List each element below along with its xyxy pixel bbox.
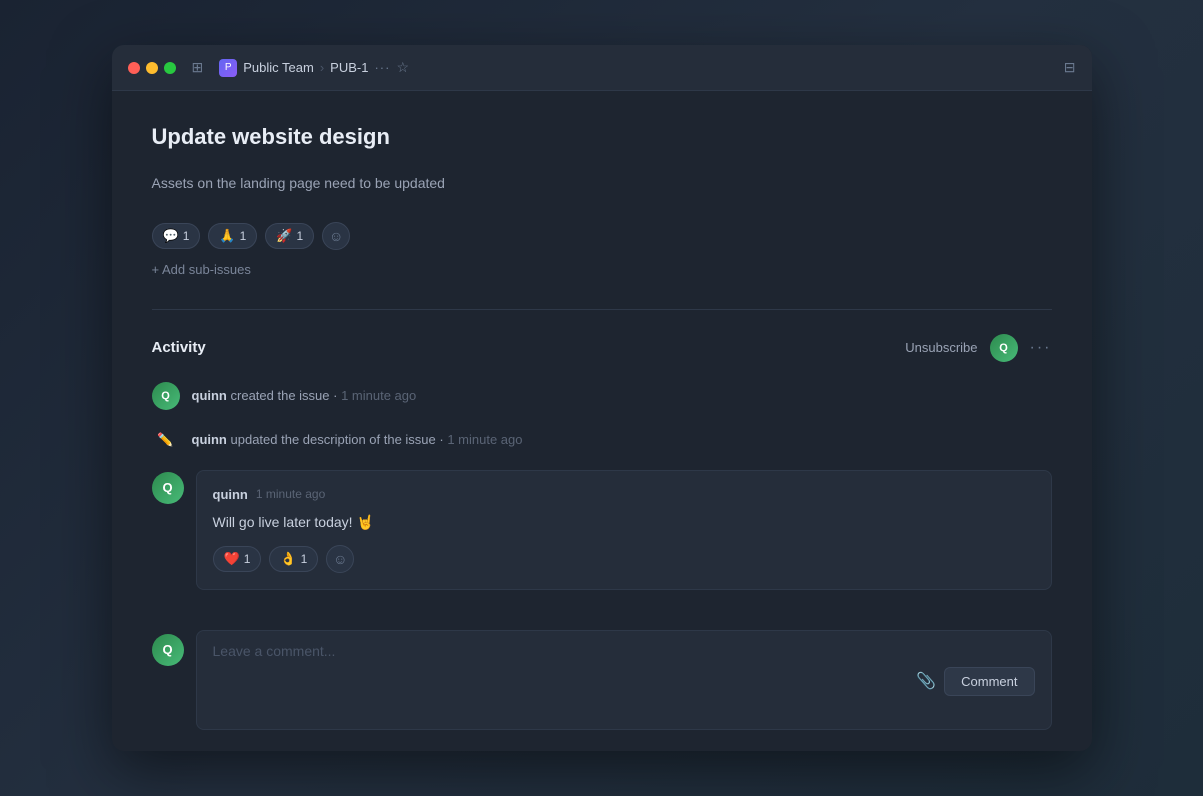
- activity-avatar-quinn: Q: [152, 382, 180, 410]
- activity-title: Activity: [152, 339, 206, 356]
- comment-author: quinn: [213, 487, 248, 502]
- reaction-count-3: 1: [296, 229, 303, 243]
- reaction-emoji-1: 💬: [163, 228, 179, 244]
- comment-input-area: Q Leave a comment... 📎 Comment: [152, 630, 1052, 730]
- favorite-button[interactable]: ☆: [396, 59, 409, 76]
- activity-user-name-2: quinn: [192, 432, 227, 447]
- activity-action: created the issue ·: [231, 388, 342, 403]
- reaction-emoji-2: 🙏: [219, 228, 235, 244]
- comment-reaction-1[interactable]: ❤️ 1: [213, 546, 262, 572]
- reaction-count-2: 1: [240, 229, 247, 243]
- comment-time: 1 minute ago: [256, 487, 325, 501]
- comment-reaction-2[interactable]: 👌 1: [269, 546, 318, 572]
- minimize-button[interactable]: [146, 62, 158, 74]
- comment-body: Will go live later today! 🤘: [213, 512, 1035, 533]
- breadcrumb-separator: ›: [320, 60, 324, 75]
- pencil-icon: ✏️: [152, 426, 180, 454]
- reaction-badge-2[interactable]: 🙏 1: [208, 223, 257, 249]
- comment-reaction-count-2: 1: [301, 552, 308, 566]
- comment-box-footer: 📎 Comment: [213, 667, 1035, 696]
- commenter-avatar: Q: [152, 634, 184, 666]
- reaction-badge-1[interactable]: 💬 1: [152, 223, 201, 249]
- issue-description: Assets on the landing page need to be up…: [152, 172, 1052, 194]
- activity-item-created: Q quinn created the issue · 1 minute ago: [152, 382, 1052, 410]
- titlebar: ⊞ P Public Team › PUB-1 ··· ☆ ⊟: [112, 45, 1092, 91]
- comment-reaction-count-1: 1: [244, 552, 251, 566]
- comment-reaction-emoji-2: 👌: [280, 551, 296, 567]
- activity-user-avatar: Q: [990, 334, 1018, 362]
- attach-icon[interactable]: 📎: [916, 671, 936, 691]
- comment-reactions: ❤️ 1 👌 1 ☺: [213, 545, 1035, 573]
- activity-actions: Unsubscribe Q ···: [905, 334, 1051, 362]
- add-sub-issues-button[interactable]: + Add sub-issues: [152, 262, 1052, 277]
- breadcrumb-issue[interactable]: PUB-1: [330, 60, 368, 75]
- activity-text-updated: quinn updated the description of the iss…: [192, 426, 523, 450]
- maximize-button[interactable]: [164, 62, 176, 74]
- activity-item-updated: ✏️ quinn updated the description of the …: [152, 426, 1052, 454]
- comment-avatar: Q: [152, 472, 184, 504]
- issue-content: Update website design Assets on the land…: [112, 91, 1092, 751]
- close-button[interactable]: [128, 62, 140, 74]
- comment-reaction-emoji-1: ❤️: [224, 551, 240, 567]
- comment-box[interactable]: Leave a comment... 📎 Comment: [196, 630, 1052, 730]
- layout-toggle[interactable]: ⊟: [1064, 59, 1076, 76]
- activity-action-2: updated the description of the issue ·: [231, 432, 448, 447]
- breadcrumb-team[interactable]: Public Team: [243, 60, 314, 75]
- breadcrumb: P Public Team › PUB-1 ··· ☆: [219, 59, 1052, 77]
- traffic-lights: [128, 62, 176, 74]
- issue-title: Update website design: [152, 123, 1052, 152]
- main-window: ⊞ P Public Team › PUB-1 ··· ☆ ⊟ Update w…: [112, 45, 1092, 751]
- add-reaction-button[interactable]: ☺: [322, 222, 350, 250]
- reaction-count-1: 1: [183, 229, 190, 243]
- sidebar-toggle[interactable]: ⊞: [188, 57, 208, 78]
- comment-placeholder: Leave a comment...: [213, 643, 1035, 659]
- unsubscribe-button[interactable]: Unsubscribe: [905, 340, 977, 355]
- comment-submit-button[interactable]: Comment: [944, 667, 1034, 696]
- activity-time: 1 minute ago: [341, 388, 416, 403]
- reaction-badge-3[interactable]: 🚀 1: [265, 223, 314, 249]
- comment-header: quinn 1 minute ago: [213, 487, 1035, 502]
- team-icon: P: [219, 59, 237, 77]
- comment-input-wrapper: Leave a comment... 📎 Comment: [196, 630, 1052, 730]
- reaction-emoji-3: 🚀: [276, 228, 292, 244]
- comment-add-reaction-button[interactable]: ☺: [326, 545, 354, 573]
- activity-text-created: quinn created the issue · 1 minute ago: [192, 382, 417, 406]
- comment-card: quinn 1 minute ago Will go live later to…: [196, 470, 1052, 590]
- issue-reactions: 💬 1 🙏 1 🚀 1 ☺: [152, 222, 1052, 250]
- activity-user-name: quinn: [192, 388, 227, 403]
- more-options-button[interactable]: ···: [374, 60, 390, 75]
- comment-wrapper: Q quinn 1 minute ago Will go live later …: [152, 470, 1052, 610]
- activity-more-button[interactable]: ···: [1030, 339, 1052, 357]
- activity-time-2: 1 minute ago: [447, 432, 522, 447]
- activity-header: Activity Unsubscribe Q ···: [152, 334, 1052, 362]
- section-divider: [152, 309, 1052, 310]
